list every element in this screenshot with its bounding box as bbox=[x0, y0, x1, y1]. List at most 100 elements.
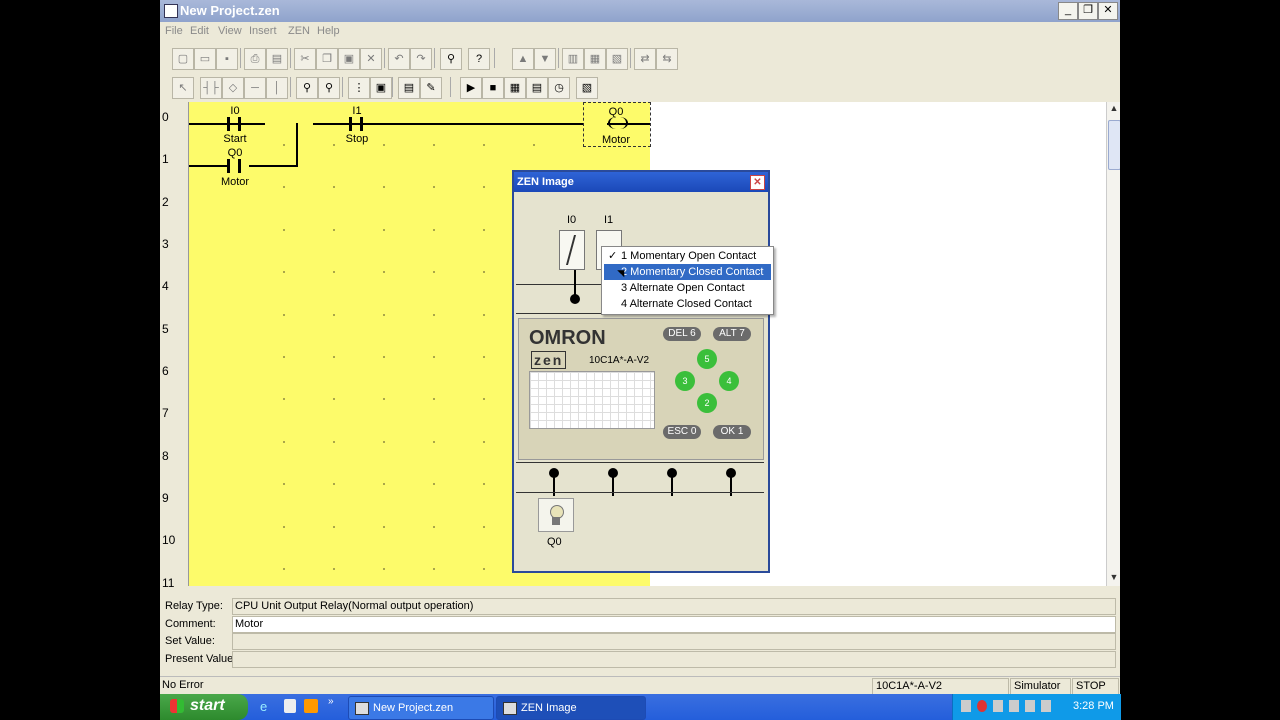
grid-dot bbox=[383, 568, 385, 570]
zoom-in-icon[interactable]: ⚲ bbox=[296, 77, 318, 99]
paste-icon[interactable]: ▣ bbox=[338, 48, 360, 70]
contact-i0[interactable]: I0 Start bbox=[205, 105, 265, 145]
coil-comment: Motor bbox=[601, 134, 631, 146]
internet-explorer-icon[interactable]: e bbox=[260, 699, 274, 714]
contact-q0[interactable]: Q0 Motor bbox=[205, 147, 265, 189]
switch-type-context-menu: ✓ 1 Momentary Open Contact 2 Momentary C… bbox=[601, 246, 774, 315]
copy-icon[interactable]: ❐ bbox=[316, 48, 338, 70]
app-icon bbox=[164, 4, 178, 18]
tray-icon[interactable] bbox=[1041, 700, 1051, 712]
io-monitor-icon[interactable]: ▤ bbox=[526, 77, 548, 99]
no-contact-icon[interactable]: ┤├ bbox=[200, 77, 222, 99]
print-preview-icon[interactable]: ▤ bbox=[266, 48, 288, 70]
outlook-icon[interactable] bbox=[304, 699, 318, 713]
network-icon[interactable] bbox=[1009, 700, 1019, 712]
scroll-down-icon[interactable]: ▼ bbox=[1108, 572, 1120, 584]
find-binoculars-icon[interactable]: ⚲ bbox=[440, 48, 462, 70]
clock-icon[interactable]: ◷ bbox=[548, 77, 570, 99]
scroll-up-icon[interactable]: ▲ bbox=[1108, 103, 1120, 115]
stop-simulation-icon[interactable]: ■ bbox=[482, 77, 504, 99]
menu-edit[interactable]: Edit bbox=[190, 25, 209, 37]
nc-contact-icon[interactable]: ◇ bbox=[222, 77, 244, 99]
offline-icon[interactable]: ⇆ bbox=[656, 48, 678, 70]
horizontal-line-icon[interactable]: ─ bbox=[244, 77, 266, 99]
new-file-icon[interactable]: ▢ bbox=[172, 48, 194, 70]
coil-q0[interactable]: Q0 Motor bbox=[583, 102, 651, 147]
del-button[interactable]: DEL 6 bbox=[663, 327, 701, 341]
settings-icon[interactable]: ▧ bbox=[576, 77, 598, 99]
row-number-gutter: 0 1 2 3 4 5 6 7 8 9 10 11 bbox=[160, 102, 189, 590]
menu-item-alternate-open[interactable]: 3 Alternate Open Contact bbox=[604, 280, 771, 296]
vertical-scrollbar[interactable]: ▲ ▼ bbox=[1106, 102, 1120, 586]
menu-insert[interactable]: Insert bbox=[249, 25, 277, 37]
tray-icon[interactable] bbox=[961, 700, 971, 712]
print-icon[interactable]: ⎙ bbox=[244, 48, 266, 70]
download-icon[interactable]: ▼ bbox=[534, 48, 556, 70]
document-icon[interactable] bbox=[284, 699, 296, 713]
grid-dot bbox=[483, 483, 485, 486]
menu-file[interactable]: File bbox=[165, 25, 183, 37]
vertical-line-icon[interactable]: │ bbox=[266, 77, 288, 99]
zoom-out-icon[interactable]: ⚲ bbox=[318, 77, 340, 99]
task-new-project[interactable]: New Project.zen bbox=[348, 696, 494, 720]
minimize-button[interactable]: _ bbox=[1058, 2, 1078, 20]
help-icon[interactable]: ? bbox=[468, 48, 490, 70]
ok-button[interactable]: OK 1 bbox=[713, 425, 751, 439]
save-icon[interactable]: ▪ bbox=[216, 48, 238, 70]
online-icon[interactable]: ⇄ bbox=[634, 48, 656, 70]
contact-i1[interactable]: I1 Stop bbox=[327, 105, 387, 145]
start-button[interactable]: start bbox=[160, 694, 248, 720]
scroll-thumb[interactable] bbox=[1108, 120, 1120, 170]
status-bar: No Error 10C1A*-A-V2 Simulator STOP bbox=[160, 676, 1120, 694]
zen-close-button[interactable]: ✕ bbox=[750, 175, 765, 190]
grid-icon[interactable]: ⋮ bbox=[348, 77, 370, 99]
zen-title-bar[interactable]: ZEN Image ✕ bbox=[514, 172, 768, 192]
undo-icon[interactable]: ↶ bbox=[388, 48, 410, 70]
grid-dot bbox=[483, 313, 485, 316]
down-button[interactable]: 2 bbox=[697, 393, 717, 413]
monitor-icon[interactable]: ▧ bbox=[606, 48, 628, 70]
volume-icon[interactable] bbox=[1025, 700, 1035, 712]
task-zen-image[interactable]: ZEN Image bbox=[496, 696, 646, 720]
transfer-icon[interactable]: ▦ bbox=[584, 48, 606, 70]
select-pointer-icon[interactable]: ↖ bbox=[172, 77, 194, 99]
menu-help[interactable]: Help bbox=[317, 25, 340, 37]
quick-launch-expand-icon[interactable]: » bbox=[328, 696, 334, 707]
input-switch-i0[interactable] bbox=[559, 230, 585, 270]
run-simulation-icon[interactable]: ▶ bbox=[460, 77, 482, 99]
close-button[interactable]: ✕ bbox=[1098, 2, 1118, 20]
left-button[interactable]: 3 bbox=[675, 371, 695, 391]
title-bar[interactable]: New Project.zen _ ❐ ✕ bbox=[160, 0, 1120, 22]
menu-item-momentary-closed[interactable]: 2 Momentary Closed Contact bbox=[604, 264, 771, 280]
cut-icon[interactable]: ✂ bbox=[294, 48, 316, 70]
grid-dot bbox=[283, 568, 285, 570]
compare-icon[interactable]: ▥ bbox=[562, 48, 584, 70]
comment-display-icon[interactable]: ▣ bbox=[370, 77, 392, 99]
up-button[interactable]: 5 bbox=[697, 349, 717, 369]
model-status: 10C1A*-A-V2 bbox=[872, 678, 1009, 694]
edit-check-icon[interactable]: ✎ bbox=[420, 77, 442, 99]
rung-comment-icon[interactable]: ▤ bbox=[398, 77, 420, 99]
redo-icon[interactable]: ↷ bbox=[410, 48, 432, 70]
security-shield-icon[interactable] bbox=[977, 700, 987, 712]
menu-item-alternate-closed[interactable]: 4 Alternate Closed Contact bbox=[604, 296, 771, 312]
esc-button[interactable]: ESC 0 bbox=[663, 425, 701, 439]
device-model: 10C1A*-A-V2 bbox=[589, 355, 650, 366]
open-folder-icon[interactable]: ▭ bbox=[194, 48, 216, 70]
right-button[interactable]: 4 bbox=[719, 371, 739, 391]
zen-image-icon[interactable]: ▦ bbox=[504, 77, 526, 99]
menu-view[interactable]: View bbox=[218, 25, 242, 37]
tray-icon[interactable] bbox=[993, 700, 1003, 712]
relay-type-label: Relay Type: bbox=[165, 600, 223, 612]
upload-icon[interactable]: ▲ bbox=[512, 48, 534, 70]
delete-icon[interactable]: ✕ bbox=[360, 48, 382, 70]
menu-item-label: 1 Momentary Open Contact bbox=[621, 250, 757, 262]
zen-faceplate: OMRON zen 10C1A*-A-V2 DEL 6 ALT 7 5 3 4 … bbox=[518, 318, 764, 460]
restore-button[interactable]: ❐ bbox=[1078, 2, 1098, 20]
set-value-field[interactable] bbox=[232, 633, 1116, 650]
menu-zen[interactable]: ZEN bbox=[288, 25, 310, 37]
comment-field[interactable]: Motor bbox=[232, 616, 1116, 633]
menu-item-momentary-open[interactable]: ✓ 1 Momentary Open Contact bbox=[604, 248, 771, 264]
lamp-icon bbox=[538, 498, 574, 532]
alt-button[interactable]: ALT 7 bbox=[713, 327, 751, 341]
